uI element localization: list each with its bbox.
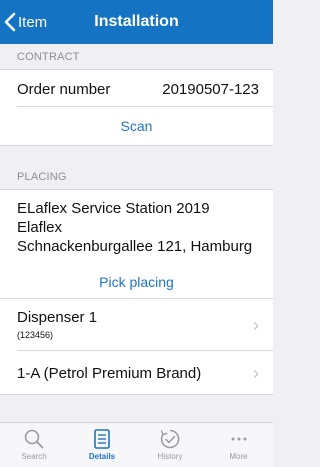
back-button[interactable]: Item bbox=[4, 10, 47, 34]
divider bbox=[0, 394, 273, 395]
details-icon bbox=[94, 429, 110, 449]
nozzle-label: 1-A (Petrol Premium Brand) bbox=[17, 365, 202, 382]
scan-button[interactable]: Scan bbox=[0, 118, 273, 134]
tab-history[interactable]: History bbox=[136, 423, 204, 467]
placing-address-block: ELaflex Service Station 2019 Elaflex Sch… bbox=[0, 190, 273, 260]
tab-bar: Search Details History More bbox=[0, 422, 273, 467]
dispenser-title: Dispenser 1 bbox=[17, 309, 98, 326]
navigation-bar: Item Installation bbox=[0, 0, 273, 44]
contract-section-header: CONTRACT bbox=[0, 44, 273, 70]
nozzle-row[interactable]: 1-A (Petrol Premium Brand) › bbox=[0, 351, 273, 395]
scan-row[interactable]: Scan bbox=[0, 107, 273, 145]
tab-more-label: More bbox=[229, 452, 248, 461]
station-address: Schnackenburgallee 121, Hamburg bbox=[17, 238, 253, 255]
pick-placing-button[interactable]: Pick placing bbox=[0, 274, 273, 290]
placing-section-header: PLACING bbox=[0, 164, 273, 190]
chevron-left-icon bbox=[4, 12, 16, 32]
tab-details[interactable]: Details bbox=[68, 423, 136, 467]
tab-details-label: Details bbox=[88, 452, 116, 461]
search-icon bbox=[24, 429, 44, 449]
pick-placing-row[interactable]: Pick placing bbox=[0, 260, 273, 299]
tab-more[interactable]: More bbox=[204, 423, 273, 467]
order-number-row: Order number 20190507-123 bbox=[0, 70, 273, 107]
dispenser-row[interactable]: Dispenser 1 (123456) › bbox=[0, 299, 273, 351]
dispenser-code: (123456) bbox=[17, 330, 54, 340]
order-number-value: 20190507-123 bbox=[162, 81, 259, 98]
company-name: Elaflex bbox=[17, 219, 63, 236]
more-icon bbox=[231, 437, 246, 441]
order-number-label: Order number bbox=[17, 81, 111, 98]
tab-history-label: History bbox=[157, 452, 183, 461]
back-button-label: Item bbox=[18, 13, 48, 31]
history-icon bbox=[160, 429, 180, 449]
tab-search-label: Search bbox=[21, 452, 47, 461]
chevron-right-icon: › bbox=[253, 363, 259, 383]
chevron-right-icon: › bbox=[253, 315, 259, 335]
station-name: ELaflex Service Station 2019 bbox=[17, 200, 210, 217]
tab-search[interactable]: Search bbox=[0, 423, 68, 467]
section-gap bbox=[0, 145, 273, 164]
